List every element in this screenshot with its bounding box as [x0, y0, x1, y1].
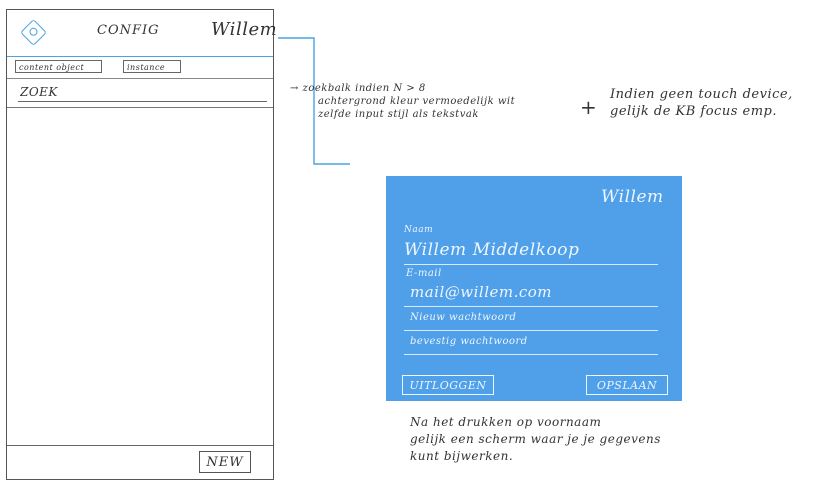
profile-panel: Willem Naam Willem Middelkoop E-mail mai…	[386, 176, 682, 401]
bottom-note-line-1: Na het drukken op voornaam	[410, 415, 602, 429]
logout-button[interactable]: UITLOGGEN	[402, 375, 494, 395]
confirm-password-underline	[404, 354, 658, 355]
search-note-line-3: zelfde input stijl als tekstvak	[318, 109, 479, 120]
touch-note-line-1: Indien geen touch device,	[610, 87, 793, 102]
name-field[interactable]: Willem Middelkoop	[404, 240, 579, 260]
email-label: E-mail	[406, 268, 442, 279]
panel-user-name: Willem	[601, 187, 664, 207]
touch-note: Indien geen touch device, gelijk de KB f…	[610, 86, 793, 120]
name-underline	[404, 264, 658, 265]
new-password-underline	[404, 330, 658, 331]
save-button[interactable]: OPSLAAN	[586, 375, 668, 395]
search-note-line-1: → zoekbalk indien N > 8	[290, 83, 426, 94]
plus-sign: +	[580, 95, 598, 119]
search-note-line-2: achtergrond kleur vermoedelijk wit	[318, 96, 516, 107]
confirm-password-field[interactable]: bevestig wachtwoord	[410, 336, 528, 347]
touch-note-line-2: gelijk de KB focus emp.	[610, 104, 777, 119]
name-label: Naam	[404, 225, 434, 235]
bottom-note: Na het drukken op voornaam gelijk een sc…	[410, 414, 661, 465]
search-note: → zoekbalk indien N > 8 achtergrond kleu…	[290, 82, 515, 121]
new-password-field[interactable]: Nieuw wachtwoord	[410, 312, 516, 323]
bottom-note-line-2: gelijk een scherm waar je je gegevens	[410, 432, 661, 446]
bottom-note-line-3: kunt bijwerken.	[410, 449, 514, 463]
email-field[interactable]: mail@willem.com	[410, 283, 552, 301]
email-underline	[404, 306, 658, 307]
